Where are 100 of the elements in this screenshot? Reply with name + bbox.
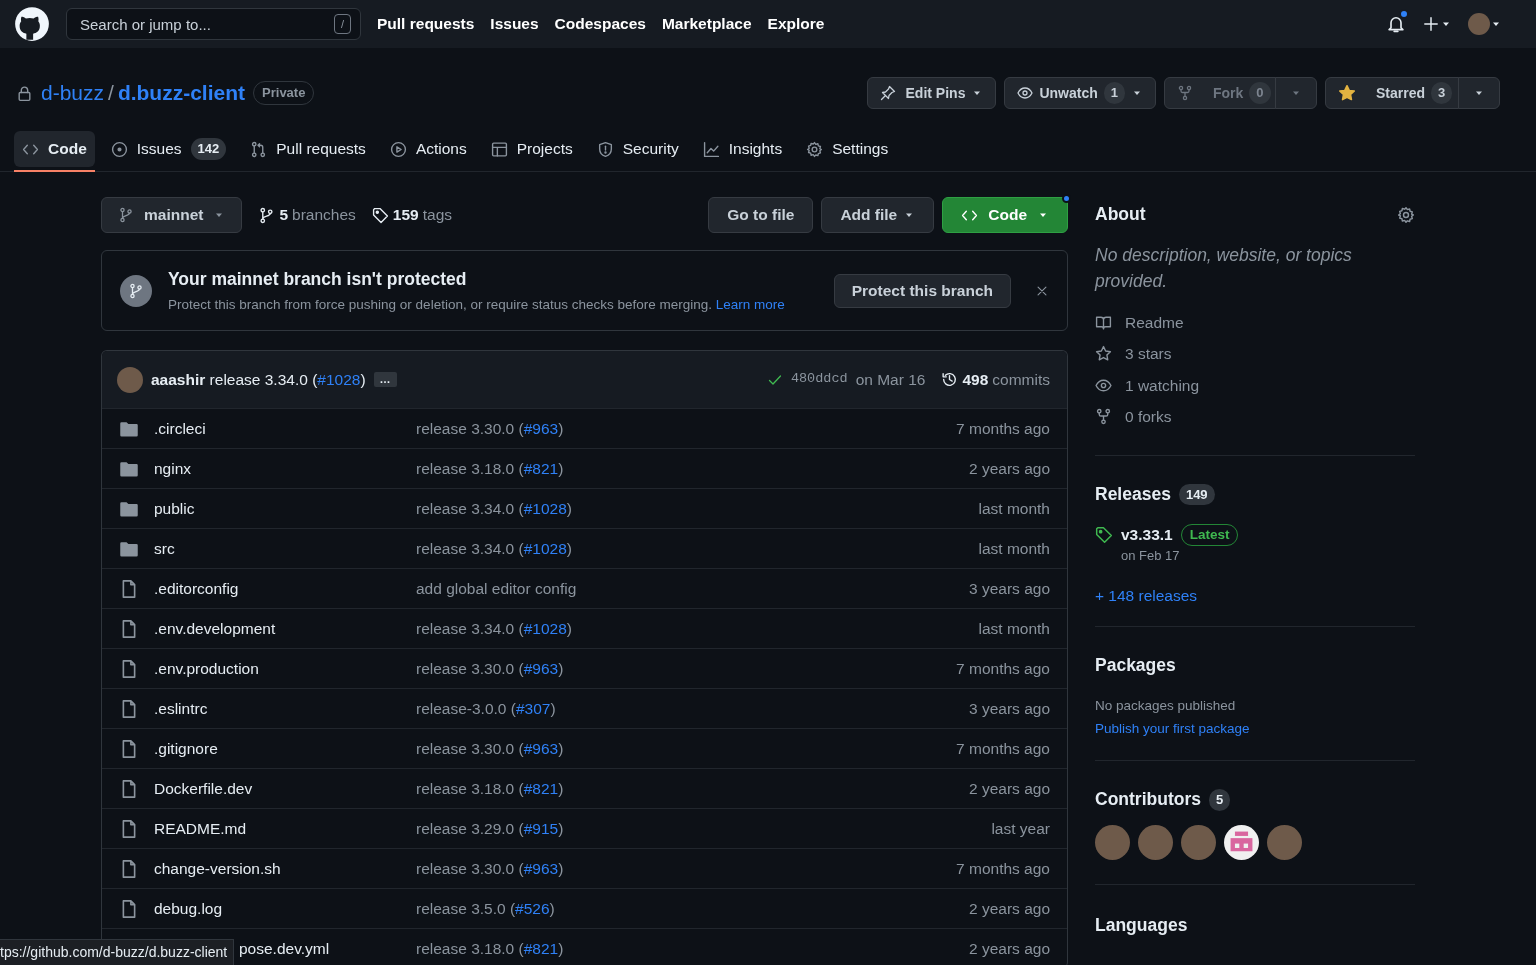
file-name-link[interactable]: nginx xyxy=(139,456,416,481)
pull-request-link[interactable]: #307 xyxy=(515,699,551,717)
commit-message: release 3.30.0 (#963) xyxy=(416,739,564,757)
commits-link[interactable]: 498 commits xyxy=(941,367,1050,392)
file-name-link[interactable]: .env.development xyxy=(139,616,416,641)
file-name-link[interactable]: .env.production xyxy=(139,656,416,681)
commit-sha-link[interactable]: 480ddcd xyxy=(790,369,848,390)
commit-time: last month xyxy=(978,618,1050,639)
file-name-link[interactable]: .gitignore xyxy=(139,736,416,761)
add-file-button[interactable]: Add file xyxy=(821,197,935,233)
watch-button[interactable]: Unwatch 1 xyxy=(1004,77,1156,109)
play-icon xyxy=(389,140,407,158)
about-link[interactable]: 1 watching xyxy=(1095,369,1415,401)
pull-request-link[interactable]: #821 xyxy=(523,939,559,957)
commit-time: 2 years ago xyxy=(969,938,1050,959)
lock-icon xyxy=(16,84,33,102)
star-button[interactable]: Starred 3 xyxy=(1325,77,1459,109)
file-name-link[interactable]: debug.log xyxy=(139,896,416,921)
code-button[interactable]: Code xyxy=(942,197,1068,233)
learn-more-link[interactable]: Learn more xyxy=(715,296,785,312)
branch-selector-button[interactable]: mainnet xyxy=(101,197,243,233)
count-badge: 142 xyxy=(190,138,227,160)
tab[interactable]: Security xyxy=(588,131,687,167)
file-name-link[interactable]: README.md xyxy=(139,816,416,841)
star-dropdown-button[interactable] xyxy=(1458,77,1500,109)
graph-icon xyxy=(702,140,720,158)
tab[interactable]: Actions xyxy=(381,131,475,167)
gear-icon xyxy=(806,140,824,158)
tags-link[interactable]: 159 tags xyxy=(371,203,452,227)
commit-message: release-3.0.0 (#307) xyxy=(416,699,556,717)
protect-branch-button[interactable]: Protect this branch xyxy=(833,273,1011,308)
tag-icon xyxy=(371,206,389,224)
branches-link[interactable]: 5 branches xyxy=(258,203,356,227)
file-name-link[interactable]: .editorconfig xyxy=(139,576,416,601)
commit-message: release 3.18.0 (#821) xyxy=(416,939,564,957)
tab[interactable]: Settings xyxy=(798,131,897,167)
about-link[interactable]: 3 stars xyxy=(1095,338,1415,370)
pull-request-link[interactable]: #1028 xyxy=(523,539,567,557)
nav-link[interactable]: Codespaces xyxy=(554,12,646,36)
file-name-link[interactable]: .eslintrc xyxy=(139,696,416,721)
avatar[interactable] xyxy=(1138,824,1173,860)
commit-message: release 3.34.0 (#1028) xyxy=(416,619,572,637)
author-link[interactable]: aaashir xyxy=(151,367,206,392)
avatar[interactable] xyxy=(1095,824,1130,860)
file-name-link[interactable]: .circleci xyxy=(139,416,416,441)
commit-time: 2 years ago xyxy=(969,898,1050,919)
bell-icon xyxy=(1386,14,1406,34)
nav-link[interactable]: Pull requests xyxy=(377,12,475,36)
go-to-file-button[interactable]: Go to file xyxy=(708,197,814,233)
release-link[interactable]: v3.33.1 xyxy=(1121,523,1173,547)
file-name-link[interactable]: public xyxy=(139,496,416,521)
pull-request-link[interactable]: #526 xyxy=(515,899,550,917)
commit-time: 2 years ago xyxy=(969,778,1050,799)
logo-icon xyxy=(14,6,50,42)
section-heading: Packages xyxy=(1095,654,1177,676)
nav-link[interactable]: Issues xyxy=(490,12,539,36)
tab[interactable]: Insights xyxy=(694,131,791,167)
pull-request-link[interactable]: #915 xyxy=(523,819,559,837)
publish-package-link[interactable]: Publish your first package xyxy=(1095,721,1250,736)
pull-request-link[interactable]: #821 xyxy=(523,459,559,477)
pull-request-link[interactable]: #963 xyxy=(523,659,559,677)
pull-request-link[interactable]: #1028 xyxy=(523,619,567,637)
packages-text: No packages published xyxy=(1095,696,1237,715)
pull-request-link[interactable]: #963 xyxy=(523,859,559,877)
avatar[interactable] xyxy=(1267,824,1302,860)
section-heading: Contributors xyxy=(1095,789,1201,811)
pull-request-link[interactable]: #821 xyxy=(523,779,559,797)
commit-message: release 3.34.0 (#1028) xyxy=(209,369,366,390)
about-link[interactable]: 0 forks xyxy=(1095,401,1415,433)
file-name-link[interactable]: src xyxy=(139,536,416,561)
circle-dot-icon xyxy=(110,140,128,158)
pull-request-link[interactable]: #963 xyxy=(523,739,559,757)
tab[interactable]: Code xyxy=(14,131,95,167)
pull-request-link[interactable]: #1028 xyxy=(523,499,567,517)
section-heading: Releases xyxy=(1095,483,1171,505)
avatar[interactable] xyxy=(1181,824,1216,860)
pull-request-link[interactable]: #963 xyxy=(523,419,559,437)
about-link[interactable]: Readme xyxy=(1095,306,1415,338)
tab[interactable]: Pull requests xyxy=(242,131,374,167)
shield-icon xyxy=(596,140,614,158)
identicon-avatar[interactable] xyxy=(1224,824,1259,860)
file-name-link[interactable]: pose.dev.yml xyxy=(239,939,330,957)
settings-icon xyxy=(1397,205,1415,224)
tab[interactable]: Projects xyxy=(482,131,581,167)
file-name-link[interactable]: change-version.sh xyxy=(139,856,416,881)
tab[interactable]: Issues 142 xyxy=(102,131,235,167)
nav-link[interactable]: Marketplace xyxy=(661,12,752,36)
expand-message-button[interactable]: … xyxy=(373,372,397,387)
edit-pins-button[interactable]: Edit Pins xyxy=(866,77,997,109)
pull-request-link[interactable]: #1028 xyxy=(317,370,361,388)
commit-time: last month xyxy=(978,498,1050,519)
all-releases-link[interactable]: + 148 releases xyxy=(1095,583,1198,607)
owner-link[interactable]: d-buzz xyxy=(41,77,105,109)
eye-icon xyxy=(1017,85,1034,101)
about-description: No description, website, or topics provided. xyxy=(1095,244,1353,294)
settings-button[interactable] xyxy=(1397,205,1415,224)
nav-link[interactable]: Explore xyxy=(767,12,825,36)
count-badge: 5 xyxy=(1208,789,1231,811)
file-name-link[interactable]: Dockerfile.dev xyxy=(139,776,416,801)
repo-name-link[interactable]: d.buzz-client xyxy=(117,77,246,109)
